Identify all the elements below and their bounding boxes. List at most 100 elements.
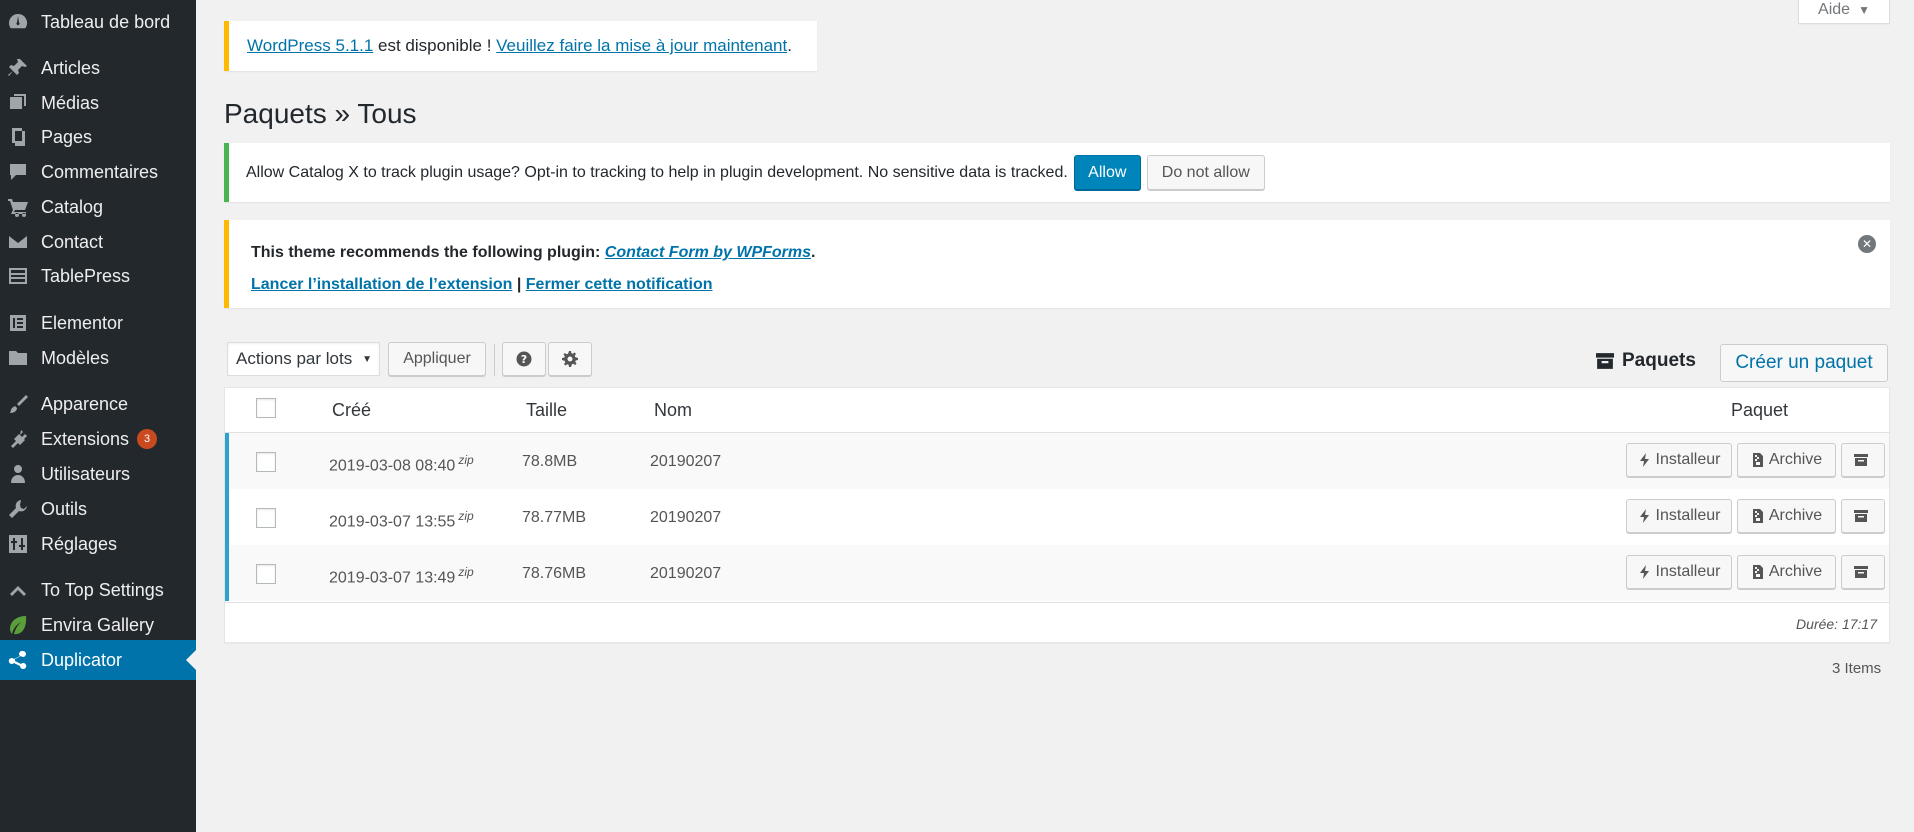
file-zip-icon bbox=[1752, 565, 1763, 579]
archive-box-icon bbox=[1854, 454, 1868, 466]
size-cell: 78.77MB bbox=[522, 509, 587, 526]
sidebar-item-label: Apparence bbox=[41, 393, 129, 414]
name-cell: 20190207 bbox=[650, 453, 722, 470]
row-accent bbox=[225, 545, 229, 601]
packages-table: Créé Taille Nom Paquet 2019-03-08 08:40 z… bbox=[224, 387, 1890, 643]
bolt-icon bbox=[1639, 509, 1649, 523]
help-tab-label: Aide bbox=[1818, 0, 1851, 18]
plugin-link[interactable]: Contact Form by WPForms bbox=[605, 244, 811, 261]
row-checkbox[interactable] bbox=[256, 452, 276, 472]
chevron-up-icon bbox=[6, 578, 30, 602]
sidebar-item-extensions[interactable]: Extensions 3 bbox=[0, 419, 196, 459]
folder-icon bbox=[6, 346, 30, 370]
archive-label: Archive bbox=[1768, 563, 1823, 580]
sidebar-item-modèles[interactable]: Modèles bbox=[0, 338, 196, 378]
pin-icon bbox=[6, 56, 30, 80]
sidebar-item-commentaires[interactable]: Commentaires bbox=[0, 152, 196, 192]
sidebar-item-pages[interactable]: Pages bbox=[0, 117, 196, 157]
settings-icon bbox=[6, 532, 30, 556]
settings-button[interactable] bbox=[548, 342, 592, 376]
archive-button[interactable]: Archive bbox=[1737, 443, 1836, 477]
row-checkbox[interactable] bbox=[256, 508, 276, 528]
bulk-actions-value: Actions par lots bbox=[236, 349, 353, 368]
close-icon[interactable]: ✕ bbox=[1858, 235, 1876, 253]
sidebar-item-label: Outils bbox=[41, 498, 88, 519]
items-count: 3 Items bbox=[1832, 660, 1882, 677]
row-accent bbox=[225, 433, 229, 489]
page-title: Paquets » Tous bbox=[224, 98, 417, 129]
do-not-allow-button[interactable]: Do not allow bbox=[1146, 155, 1265, 190]
sidebar-item-duplicator[interactable]: Duplicator bbox=[0, 640, 196, 680]
installer-button[interactable]: Installeur bbox=[1626, 555, 1732, 589]
wordpress-version-link[interactable]: WordPress 5.1.1 bbox=[247, 36, 373, 56]
notice-separator: | bbox=[512, 276, 526, 293]
plugin-notice-end: . bbox=[811, 244, 816, 261]
package-details-button[interactable] bbox=[1841, 499, 1885, 533]
bulk-actions-select[interactable]: Actions par lots ▼ bbox=[227, 342, 380, 376]
wrench-icon bbox=[6, 497, 30, 521]
created-cell: 2019-03-08 08:40 zip bbox=[329, 453, 474, 475]
sidebar-item-label: Articles bbox=[41, 57, 101, 78]
table-row: 2019-03-07 13:55 zip 78.77MB 20190207 Instal… bbox=[225, 489, 1889, 545]
sidebar-item-label: Extensions bbox=[41, 428, 130, 449]
name-cell: 20190207 bbox=[650, 565, 722, 582]
sidebar-item-label: Utilisateurs bbox=[41, 463, 131, 484]
name-cell: 20190207 bbox=[650, 509, 722, 526]
sidebar-item-tablepress[interactable]: TablePress bbox=[0, 256, 196, 296]
sidebar-item-réglages[interactable]: Réglages bbox=[0, 524, 196, 564]
allow-button[interactable]: Allow bbox=[1073, 155, 1141, 190]
sidebar-item-articles[interactable]: Articles bbox=[0, 48, 196, 88]
svg-text:?: ? bbox=[521, 353, 527, 366]
installer-button[interactable]: Installeur bbox=[1626, 443, 1732, 477]
bolt-icon bbox=[1639, 453, 1649, 467]
created-date: 2019-03-07 13:49 bbox=[329, 569, 456, 587]
archive-label: Archive bbox=[1768, 451, 1823, 468]
mail-icon bbox=[6, 230, 30, 254]
installer-label: Installeur bbox=[1655, 451, 1721, 468]
apply-button[interactable]: Appliquer bbox=[388, 342, 486, 376]
caret-down-icon: ▼ bbox=[1858, 2, 1870, 17]
row-checkbox[interactable] bbox=[256, 564, 276, 584]
sidebar-item-apparence[interactable]: Apparence bbox=[0, 384, 196, 424]
sidebar-item-outils[interactable]: Outils bbox=[0, 489, 196, 529]
created-date: 2019-03-07 13:55 bbox=[329, 513, 456, 531]
create-package-button[interactable]: Créer un paquet bbox=[1720, 344, 1888, 382]
sidebar-item-utilisateurs[interactable]: Utilisateurs bbox=[0, 454, 196, 494]
row-accent bbox=[225, 489, 229, 545]
dismiss-notice-link[interactable]: Fermer cette notification bbox=[526, 276, 713, 293]
column-size: Taille bbox=[526, 400, 568, 420]
size-cell: 78.76MB bbox=[522, 565, 587, 582]
sidebar-item-tableau-de-bord[interactable]: Tableau de bord bbox=[0, 2, 196, 42]
update-notice-text: est disponible ! bbox=[373, 36, 497, 55]
select-all-checkbox[interactable] bbox=[256, 398, 276, 418]
package-type: zip bbox=[458, 453, 474, 467]
installer-label: Installeur bbox=[1655, 507, 1721, 524]
package-type: zip bbox=[458, 509, 474, 523]
brush-icon bbox=[6, 392, 30, 416]
installer-button[interactable]: Installeur bbox=[1626, 499, 1732, 533]
elementor-icon bbox=[6, 311, 30, 335]
sidebar-item-to-top-settings[interactable]: To Top Settings bbox=[0, 570, 196, 610]
package-details-button[interactable] bbox=[1841, 555, 1885, 589]
comments-icon bbox=[6, 160, 30, 184]
sidebar-item-label: Envira Gallery bbox=[41, 614, 155, 635]
table-header: Créé Taille Nom Paquet bbox=[225, 388, 1889, 433]
install-plugin-link[interactable]: Lancer l’installation de l’extension bbox=[251, 276, 512, 293]
table-icon bbox=[6, 264, 30, 288]
sidebar-item-elementor[interactable]: Elementor bbox=[0, 303, 196, 343]
sidebar-item-catalog[interactable]: Catalog bbox=[0, 187, 196, 227]
archive-button[interactable]: Archive bbox=[1737, 555, 1836, 589]
sidebar-item-label: Duplicator bbox=[41, 649, 123, 670]
archive-button[interactable]: Archive bbox=[1737, 499, 1836, 533]
plugin-recommend-notice: This theme recommends the following plug… bbox=[224, 220, 1890, 308]
help-button[interactable]: ? bbox=[502, 342, 546, 376]
update-now-link[interactable]: Veuillez faire la mise à jour maintenant bbox=[496, 36, 787, 56]
package-details-button[interactable] bbox=[1841, 443, 1885, 477]
sidebar-item-envira-gallery[interactable]: Envira Gallery bbox=[0, 605, 196, 645]
help-tab[interactable]: Aide ▼ bbox=[1798, 0, 1890, 24]
created-cell: 2019-03-07 13:55 zip bbox=[329, 509, 474, 531]
sidebar-item-label: Pages bbox=[41, 126, 93, 147]
sidebar-item-label: To Top Settings bbox=[41, 579, 164, 600]
packages-label: Paquets bbox=[1596, 350, 1696, 372]
archive-box-icon bbox=[1596, 353, 1614, 369]
